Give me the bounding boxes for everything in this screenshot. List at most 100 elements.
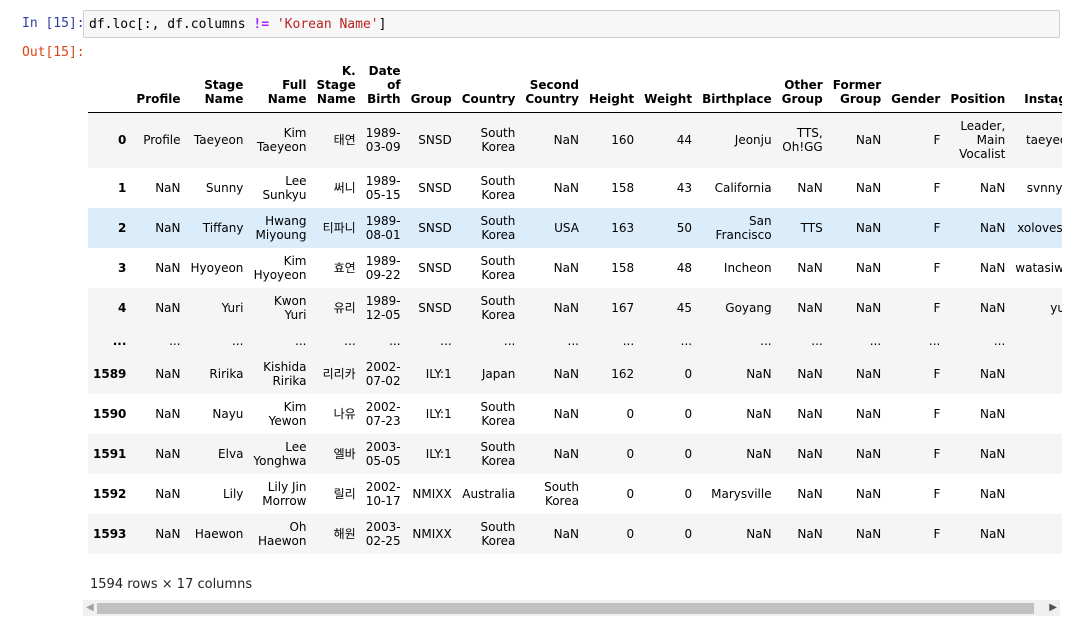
table-cell: NaN <box>979 447 1006 461</box>
table-cell: watasiwahyo <box>1015 261 1062 275</box>
table-cell: NaN <box>855 133 882 148</box>
table-cell: Kim Taeyeon <box>256 126 307 155</box>
table-cell: Leader, Main Vocalist <box>959 119 1006 162</box>
column-header: Profile <box>131 58 186 113</box>
table-cell: 1989-12-05 <box>365 294 401 322</box>
table-cell: NaN <box>797 447 823 461</box>
table-cell: NaN <box>553 261 579 275</box>
table-row: 1592 NaN Lily Lily Jin Morrow 릴리 2002-10-17 NM… <box>88 474 1062 514</box>
table-cell: Nayu <box>212 407 244 421</box>
scroll-left-arrow-icon[interactable]: ◀ <box>86 602 94 613</box>
table-cell: NaN <box>979 407 1006 421</box>
table-cell: F <box>933 181 941 195</box>
dataframe-table: Profile Stage Name Full Name K. Stage Name D… <box>88 58 1062 554</box>
table-cell: ... <box>869 334 882 348</box>
table-row: 2 NaN Tiffany Hwang Miyoung 티파니 1989-08-01 SNS… <box>88 208 1062 248</box>
table-cell: 0 <box>684 487 693 501</box>
table-cell: Sunny <box>205 181 244 195</box>
table-cell: South Korea <box>480 400 516 428</box>
table-cell: ... <box>680 334 693 348</box>
table-cell: SNSD <box>418 221 452 235</box>
table-cell: ... <box>1010 328 1062 354</box>
table-cell: ... <box>389 334 401 348</box>
table-cell: 43 <box>676 181 693 195</box>
table-cell: NaN <box>855 221 882 235</box>
table-cell: NaN <box>1010 474 1062 514</box>
table-cell: Ririka <box>209 367 244 381</box>
table-cell: South Korea <box>480 214 516 242</box>
row-index: ... <box>112 334 127 348</box>
table-cell: Kim Hyoyeon <box>253 254 307 282</box>
table-cell: NMIXX <box>412 487 452 501</box>
table-cell: NaN <box>979 527 1006 541</box>
row-index: 1592 <box>93 487 127 501</box>
code-text: ] <box>378 17 387 32</box>
table-cell: NaN <box>855 181 882 195</box>
table-row: ........................................… <box>88 328 1062 354</box>
table-cell: 158 <box>611 181 635 195</box>
table-cell: F <box>933 367 941 381</box>
table-cell: 릴리 <box>333 487 356 501</box>
table-cell: Yuri <box>221 301 244 315</box>
code-cell-editor[interactable]: df.loc[:, df.columns != 'Korean Name'] <box>83 10 1060 38</box>
table-cell: 1989-03-09 <box>365 126 401 155</box>
column-header: Country <box>456 58 521 113</box>
table-cell: NMIXX <box>412 527 452 541</box>
column-header: Instagram <box>1010 58 1062 113</box>
table-cell: NaN <box>746 367 772 381</box>
table-cell: SNSD <box>418 301 452 315</box>
table-cell: F <box>933 221 941 235</box>
code-line: df.loc[:, df.columns != 'Korean Name'] <box>89 17 386 32</box>
table-cell: svnnynight <box>1026 181 1062 195</box>
row-index: 0 <box>118 133 127 148</box>
table-row: 4 NaN Yuri Kwon Yuri 유리 1989-12-05 SNSD South K… <box>88 288 1062 328</box>
table-cell: F <box>933 261 941 275</box>
row-index: 4 <box>118 301 127 315</box>
table-cell: 48 <box>676 261 693 275</box>
table-cell: 나유 <box>333 407 356 421</box>
horizontal-scrollbar[interactable]: ◀ ▶ <box>83 600 1060 616</box>
column-header: Birthplace <box>697 58 777 113</box>
table-cell: NaN <box>797 527 823 541</box>
scrollbar-thumb[interactable] <box>97 603 1034 614</box>
table-cell: ... <box>811 334 823 348</box>
table-cell: ... <box>622 334 635 348</box>
table-row: 3 NaN Hyoyeon Kim Hyoyeon 효연 1989-09-22 SNSD So… <box>88 248 1062 288</box>
column-header: Date of Birth <box>360 58 406 113</box>
table-cell: South Korea <box>480 440 516 468</box>
table-cell: ... <box>295 334 307 348</box>
row-index: 1590 <box>93 407 127 421</box>
table-cell: ... <box>169 334 181 348</box>
table-cell: NaN <box>155 367 181 381</box>
table-cell: yulyulk <box>1050 301 1062 315</box>
table-cell: ... <box>567 334 579 348</box>
table-cell: San Francisco <box>715 214 772 242</box>
code-operator: != <box>253 17 270 32</box>
table-cell: Oh Haewon <box>257 520 307 548</box>
code-text: df.loc[:, df.columns <box>89 17 254 32</box>
table-cell: NaN <box>855 487 882 501</box>
table-cell: Kwon Yuri <box>273 294 307 322</box>
table-cell: South Korea <box>480 520 516 548</box>
scroll-right-arrow-icon[interactable]: ▶ <box>1049 602 1057 613</box>
table-cell: F <box>933 407 941 421</box>
table-cell: 162 <box>611 367 635 381</box>
table-cell: NaN <box>979 367 1006 381</box>
table-cell: NaN <box>553 407 579 421</box>
table-header-row: Profile Stage Name Full Name K. Stage Name D… <box>88 58 1062 113</box>
table-cell: ... <box>231 334 244 348</box>
table-cell: 효연 <box>333 261 356 275</box>
table-cell: NaN <box>855 407 882 421</box>
table-cell: NaN <box>1010 394 1062 434</box>
table-cell: South Korea <box>544 480 579 508</box>
table-cell: 리리카 <box>322 367 356 381</box>
table-cell: 2002-10-17 <box>365 480 401 508</box>
column-header: Height <box>583 58 640 113</box>
column-header: Second Country <box>520 58 584 113</box>
table-cell: 0 <box>626 447 635 461</box>
table-cell: Elva <box>218 447 244 461</box>
table-cell: NaN <box>855 367 882 381</box>
table-cell: NaN <box>1010 434 1062 474</box>
table-row: 1589 NaN Ririka Kishida Ririka 리리카 2002-07-02… <box>88 354 1062 394</box>
table-cell: NaN <box>553 527 579 541</box>
